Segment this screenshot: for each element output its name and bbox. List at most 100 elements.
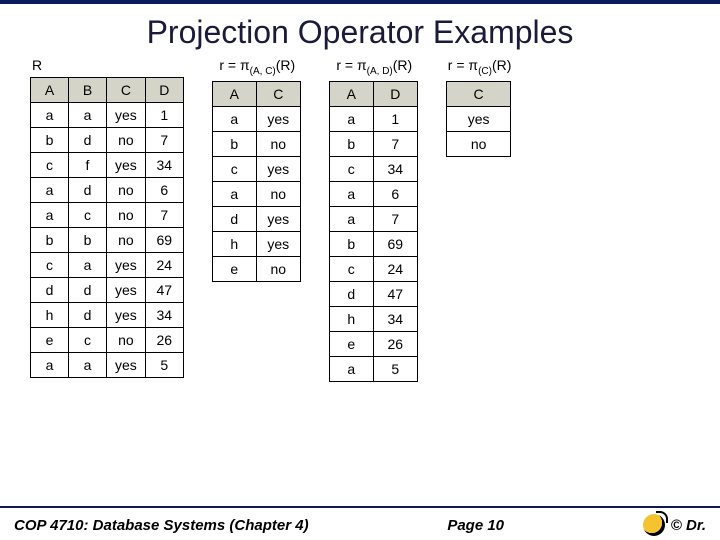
table-cell: a [31, 178, 69, 203]
table-cell: c [31, 153, 69, 178]
table-row: acno7 [31, 203, 184, 228]
column-header: A [31, 78, 69, 103]
table-cell: yes [256, 106, 300, 131]
table-row: eno [212, 256, 300, 281]
table-cell: d [329, 281, 373, 306]
column-header: C [446, 81, 511, 106]
table-cell: no [107, 178, 146, 203]
table-cell: no [446, 131, 511, 156]
table-cell: yes [107, 253, 146, 278]
projection-C-table: Cyesno [446, 81, 512, 157]
table-cell: 7 [373, 131, 417, 156]
projection-AD-label: r = π(A, D)(R) [331, 57, 418, 77]
table-cell: 6 [373, 181, 417, 206]
slide-content: R ABCDaayes1bdno7cfyes34adno6acno7bbno69… [0, 57, 720, 382]
logo-icon [643, 514, 665, 536]
table-cell: a [329, 106, 373, 131]
top-accent-bar [0, 0, 720, 4]
table-row: ddyes47 [31, 278, 184, 303]
table-cell: c [329, 256, 373, 281]
table-cell: f [69, 153, 107, 178]
table-cell: a [329, 206, 373, 231]
table-cell: 47 [145, 278, 183, 303]
projection-C-label: r = π(C)(R) [448, 57, 512, 77]
table-cell: a [31, 203, 69, 228]
table-cell: h [212, 231, 256, 256]
table-row: cyes [212, 156, 300, 181]
table-cell: yes [107, 353, 146, 378]
column-header: C [107, 78, 146, 103]
table-cell: c [69, 203, 107, 228]
projection-AD-table: ADa1b7c34a6a7b69c24d47h34e26a5 [329, 81, 418, 382]
table-cell: no [107, 128, 146, 153]
table-cell: c [212, 156, 256, 181]
column-header: A [212, 81, 256, 106]
table-cell: 34 [145, 153, 183, 178]
table-row: dyes [212, 206, 300, 231]
table-cell: c [329, 156, 373, 181]
table-row: b69 [329, 231, 417, 256]
column-header: D [145, 78, 183, 103]
table-cell: yes [256, 206, 300, 231]
table-row: a6 [329, 181, 417, 206]
table-cell: yes [256, 231, 300, 256]
table-cell: a [329, 356, 373, 381]
table-cell: 69 [373, 231, 417, 256]
table-cell: e [31, 328, 69, 353]
table-cell: a [69, 103, 107, 128]
table-row: e26 [329, 331, 417, 356]
projection-AC-block: r = π(A, C)(R) ACayesbnocyesanodyeshyese… [212, 57, 301, 282]
table-cell: d [69, 178, 107, 203]
table-row: h34 [329, 306, 417, 331]
table-cell: 34 [373, 156, 417, 181]
table-cell: 24 [373, 256, 417, 281]
table-cell: yes [107, 103, 146, 128]
table-cell: a [212, 106, 256, 131]
table-cell: no [256, 131, 300, 156]
table-cell: b [212, 131, 256, 156]
column-header: D [373, 81, 417, 106]
table-row: aayes5 [31, 353, 184, 378]
table-cell: d [69, 278, 107, 303]
table-cell: 47 [373, 281, 417, 306]
table-cell: 26 [373, 331, 417, 356]
table-cell: 24 [145, 253, 183, 278]
slide-footer: COP 4710: Database Systems (Chapter 4) P… [0, 506, 720, 540]
table-cell: d [69, 303, 107, 328]
table-cell: no [107, 203, 146, 228]
table-cell: h [329, 306, 373, 331]
column-header: B [69, 78, 107, 103]
table-cell: e [329, 331, 373, 356]
table-row: a7 [329, 206, 417, 231]
table-row: d47 [329, 281, 417, 306]
slide-title: Projection Operator Examples [0, 14, 720, 51]
projection-AC-label: r = π(A, C)(R) [214, 57, 301, 77]
relation-R-label: R [32, 57, 184, 73]
table-cell: yes [446, 106, 511, 131]
table-cell: 5 [145, 353, 183, 378]
table-cell: a [69, 353, 107, 378]
table-cell: no [107, 228, 146, 253]
table-cell: 7 [373, 206, 417, 231]
table-row: ayes [212, 106, 300, 131]
table-cell: b [31, 228, 69, 253]
table-cell: 7 [145, 128, 183, 153]
table-row: aayes1 [31, 103, 184, 128]
table-row: bdno7 [31, 128, 184, 153]
footer-course: COP 4710: Database Systems (Chapter 4) [14, 517, 309, 534]
table-cell: a [69, 253, 107, 278]
table-row: c34 [329, 156, 417, 181]
table-cell: e [212, 256, 256, 281]
table-cell: d [69, 128, 107, 153]
table-cell: yes [107, 278, 146, 303]
table-cell: 34 [145, 303, 183, 328]
table-cell: d [31, 278, 69, 303]
footer-copyright: © Dr. [671, 517, 706, 534]
table-row: yes [446, 106, 511, 131]
table-cell: yes [107, 153, 146, 178]
table-cell: a [31, 103, 69, 128]
table-cell: a [329, 181, 373, 206]
table-cell: b [329, 131, 373, 156]
table-cell: 6 [145, 178, 183, 203]
table-cell: 1 [373, 106, 417, 131]
